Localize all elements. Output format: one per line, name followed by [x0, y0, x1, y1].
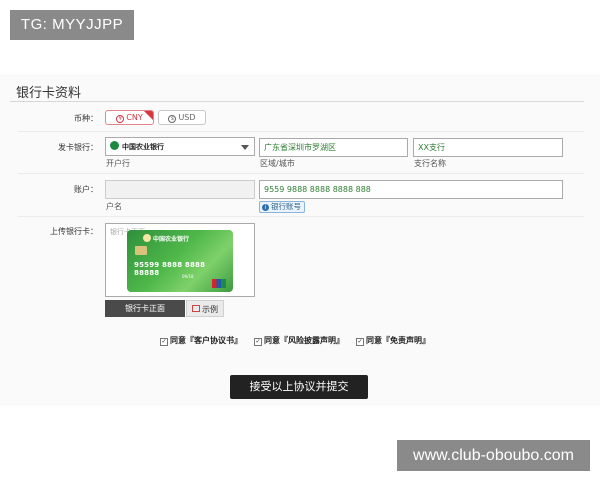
watermark-bottom: www.club-oboubo.com: [397, 440, 590, 471]
abc-bank-logo-icon: [110, 141, 119, 150]
currency-option-usd[interactable]: $ USD: [158, 110, 206, 125]
unionpay-icon: [212, 279, 226, 288]
info-icon: i: [262, 204, 269, 211]
account-name-field[interactable]: [105, 180, 255, 199]
page-title: 银行卡资料: [16, 86, 82, 101]
branch-hint: 支行名称: [414, 159, 446, 168]
row-divider: [18, 131, 584, 132]
card-chip-icon: [135, 246, 147, 255]
agreement-disclaimer[interactable]: ✓ 同意『免责声明』: [356, 335, 430, 346]
agreement-client-label: 同意『客户协议书』: [170, 336, 242, 345]
bank-card-image: 中国农业银行 95599 8888 8888 88888 09/18: [127, 230, 233, 292]
bank-select[interactable]: 中国农业银行: [105, 137, 255, 156]
card-bank-name: 中国农业银行: [153, 236, 190, 243]
title-divider: [10, 101, 584, 102]
account-number-tag: i 银行账号: [259, 201, 305, 213]
area-field[interactable]: 广东省深圳市罗湖区: [259, 138, 408, 157]
checkbox-checked-icon[interactable]: ✓: [356, 338, 364, 346]
branch-field[interactable]: XX支行: [413, 138, 563, 157]
example-button[interactable]: 示例: [186, 300, 224, 317]
area-hint: 区域/城市: [260, 159, 295, 168]
upload-dropzone[interactable]: 银行卡正面 中国农业银行 95599 8888 8888 88888 09/18: [105, 223, 255, 297]
account-name-hint: 户名: [106, 202, 122, 211]
dollar-icon: $: [168, 115, 177, 123]
currency-option-usd-label: USD: [178, 113, 196, 122]
yuan-icon: ¥: [116, 115, 125, 123]
agreement-client[interactable]: ✓ 同意『客户协议书』: [160, 335, 242, 346]
account-number-tag-label: 银行账号: [271, 202, 301, 211]
currency-option-cny[interactable]: ¥ CNY: [105, 110, 154, 125]
card-logo-icon: [143, 234, 151, 242]
row-divider: [18, 173, 584, 174]
selected-corner-icon: [144, 111, 153, 120]
card-front-button[interactable]: 银行卡正面: [105, 300, 185, 317]
agreement-risk[interactable]: ✓ 同意『风险披露声明』: [254, 335, 344, 346]
checkbox-checked-icon[interactable]: ✓: [160, 338, 168, 346]
issuer-label: 发卡银行：: [58, 143, 98, 152]
chevron-down-icon: [241, 145, 249, 150]
bank-select-value: 中国农业银行: [122, 143, 164, 151]
bank-hint: 开户行: [106, 159, 130, 168]
currency-label: 币种：: [74, 114, 98, 123]
row-divider: [18, 216, 584, 217]
checkbox-checked-icon[interactable]: ✓: [254, 338, 262, 346]
agreement-disclaimer-label: 同意『免责声明』: [366, 336, 430, 345]
agreement-risk-label: 同意『风险披露声明』: [264, 336, 344, 345]
upload-label: 上传银行卡：: [50, 227, 98, 236]
watermark-top: TG: MYYJJPP: [10, 10, 134, 40]
account-label: 账户：: [74, 185, 98, 194]
currency-option-cny-label: CNY: [126, 113, 143, 122]
submit-button[interactable]: 接受以上协议并提交: [230, 375, 368, 399]
example-button-label: 示例: [202, 305, 218, 314]
card-date: 09/18: [182, 274, 194, 279]
account-number-field[interactable]: 9559 9888 8888 8888 888: [259, 180, 563, 199]
image-icon: [192, 305, 200, 312]
